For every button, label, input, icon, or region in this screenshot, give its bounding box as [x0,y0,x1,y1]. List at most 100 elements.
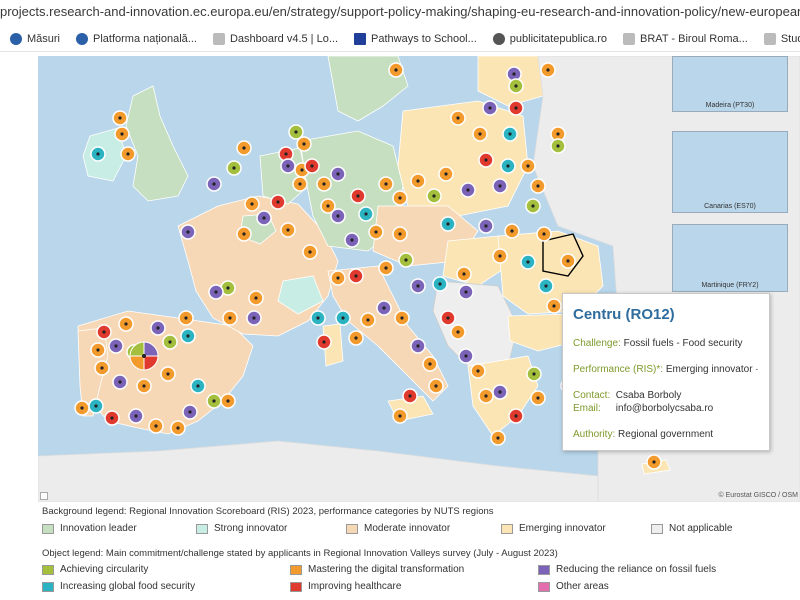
marker-center-dot [476,369,480,373]
marker-center-dot [536,396,540,400]
marker-center-dot [300,168,304,172]
marker-center-dot [336,214,340,218]
marker-center-dot [398,414,402,418]
map-zoom-toggle[interactable] [40,492,48,500]
marker-center-dot [514,84,518,88]
background-legend-title: Background legend: Regional Innovation S… [42,506,494,517]
contact-label: Contact: [573,390,611,401]
bookmark-pathways-to-school[interactable]: Pathways to School... [354,32,477,45]
legend-not-applicable: Not applicable [651,523,732,534]
marker-center-dot [456,330,460,334]
legend-healthcare: Improving healthcare [290,581,401,592]
marker-center-dot [250,202,254,206]
marker-center-dot [434,384,438,388]
challenge-value: Fossil fuels - Food security [623,338,743,349]
bookmark-studiul-national[interactable]: Studiul Național de... [763,32,800,45]
marker-center-dot [242,232,246,236]
marker-center-dot [512,72,516,76]
inset-martinique[interactable]: Martinique (FRY2) [672,224,788,292]
marker-center-dot [322,182,326,186]
page-icon [623,32,636,45]
marker-center-dot [400,316,404,320]
swatch-fossil-fuels [538,564,550,575]
bookmark-platforma-nationala[interactable]: Platforma națională... [76,32,197,45]
marker-center-dot [508,132,512,136]
marker-center-dot [652,460,656,464]
bookmark-publicitatepublica[interactable]: publicitatepublica.ro [492,32,607,45]
marker-center-dot [498,184,502,188]
marker-center-dot [438,282,442,286]
marker-center-dot [262,216,266,220]
marker-center-dot [556,144,560,148]
marker-center-dot [252,316,256,320]
marker-center-dot [96,348,100,352]
map-credit: © Eurostat GISCO / OSM [718,492,798,499]
marker-center-dot [382,306,386,310]
gov-seal-icon [10,32,22,45]
swatch-not-applicable [651,523,663,534]
gov-seal-icon [76,32,89,45]
marker-center-dot [166,372,170,376]
authority-value: Regional government [618,429,714,440]
legend-food-security: Increasing global food security [42,581,195,592]
marker-center-dot [316,316,320,320]
marker-center-dot [464,354,468,358]
bookmark-dashboard[interactable]: Dashboard v4.5 | Lo... [212,32,338,45]
address-bar[interactable]: projects.research-and-innovation.ec.euro… [0,0,800,26]
bookmarks-bar: Măsuri Platforma națională... Dashboard … [0,26,800,52]
marker-center-dot [496,436,500,440]
marker-center-dot [226,286,230,290]
swatch-healthcare [290,581,302,592]
marker-center-dot [102,330,106,334]
marker-center-dot [336,172,340,176]
marker-center-dot [398,232,402,236]
marker-center-dot [228,316,232,320]
marker-center-dot [341,316,345,320]
performance-value: Emerging innovator · [665,364,759,375]
marker-center-dot [408,394,412,398]
marker-center-dot [466,188,470,192]
marker-center-dot [118,380,122,384]
marker-center-dot [416,344,420,348]
marker-center-dot [432,194,436,198]
marker-center-dot [536,184,540,188]
marker-center-dot [186,334,190,338]
contact-value: Csaba Borboly [615,390,682,401]
performance-label: Performance (RIS)*: [573,364,664,375]
challenge-label: Challenge: [573,338,621,349]
marker-center-dot [176,426,180,430]
marker-center-dot [514,414,518,418]
marker-center-dot [124,322,128,326]
legend-emerging-innovator: Emerging innovator [501,523,606,534]
marker-center-dot [446,316,450,320]
legend-moderate-innovator: Moderate innovator [346,523,450,534]
eu-flag-icon [354,32,367,45]
inset-madeira[interactable]: Madeira (PT30) [672,56,788,112]
swatch-digital-transformation [290,564,302,575]
marker-center-dot [80,406,84,410]
marker-center-dot [546,68,550,72]
marker-center-dot [364,212,368,216]
marker-center-dot [398,196,402,200]
marker-center-dot [416,284,420,288]
marker-center-dot [110,416,114,420]
marker-center-dot [510,229,514,233]
page-icon [763,32,776,45]
bookmark-brat[interactable]: BRAT - Biroul Roma... [623,32,748,45]
swatch-achieving-circularity [42,564,54,575]
marker-center-dot [506,164,510,168]
marker-center-dot [232,166,236,170]
marker-center-dot [556,132,560,136]
marker-center-dot [286,164,290,168]
marker-center-dot [186,230,190,234]
swatch-food-security [42,581,54,592]
inset-canarias[interactable]: Canarias (ES70) [672,131,788,213]
marker-center-dot [188,410,192,414]
swatch-moderate-innovator [346,523,358,534]
marker-center-dot [354,336,358,340]
legend-innovation-leader: Innovation leader [42,523,137,534]
email-value: info@borbolycsaba.ro [615,403,714,414]
bookmark-masuri[interactable]: Măsuri [10,32,60,45]
marker-center-dot [484,394,488,398]
marker-center-dot [310,164,314,168]
